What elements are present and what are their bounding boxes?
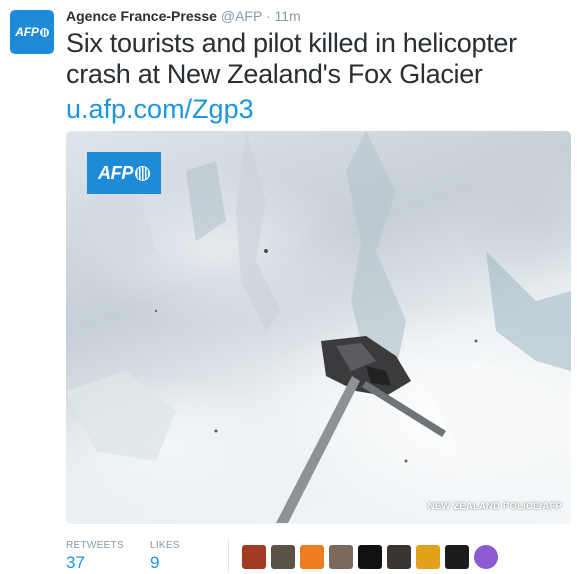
retweets-stat[interactable]: RETWEETS 37 [66, 540, 124, 573]
tweet-timestamp[interactable]: 11m [275, 8, 301, 24]
stats-divider [228, 540, 229, 572]
liker-avatar-5[interactable] [358, 545, 382, 569]
liker-avatar-1[interactable] [242, 545, 266, 569]
avatar[interactable]: AFP [10, 10, 54, 54]
afp-logo-icon: AFP [15, 25, 49, 39]
tweet-link[interactable]: u.afp.com/Zgp3 [66, 94, 254, 125]
likes-stat[interactable]: LIKES 9 [150, 540, 180, 573]
liker-avatar-3[interactable] [300, 545, 324, 569]
retweets-count: 37 [66, 553, 85, 572]
tweet-photo[interactable]: AFP NEW ZEALAND POLICE/AFP [66, 131, 571, 524]
tweet-header: Agence France-Presse @AFP · 11m [66, 8, 301, 24]
liker-avatars [242, 545, 503, 569]
tweet-text: Six tourists and pilot killed in helicop… [66, 28, 517, 89]
liker-avatar-6[interactable] [387, 545, 411, 569]
afp-logo-icon: AFP [98, 163, 151, 184]
likes-label: LIKES [149, 540, 180, 551]
separator-dot: · [265, 8, 271, 24]
likes-count: 9 [149, 553, 160, 572]
retweets-label: RETWEETS [66, 540, 124, 551]
liker-avatar-7[interactable] [416, 545, 440, 569]
photo-credit: NEW ZEALAND POLICE/AFP [427, 501, 562, 512]
liker-avatar-2[interactable] [271, 545, 295, 569]
liker-avatar-8[interactable] [445, 545, 469, 569]
liker-avatar-9[interactable] [474, 545, 498, 569]
author-name[interactable]: Agence France-Presse [66, 8, 217, 24]
author-handle[interactable]: @AFP [221, 8, 262, 24]
liker-avatar-4[interactable] [329, 545, 353, 569]
globe-icon [135, 165, 151, 181]
globe-icon [39, 27, 49, 37]
afp-watermark-logo: AFP [87, 152, 161, 194]
tweet-stats: RETWEETS 37 LIKES 9 [66, 540, 206, 573]
